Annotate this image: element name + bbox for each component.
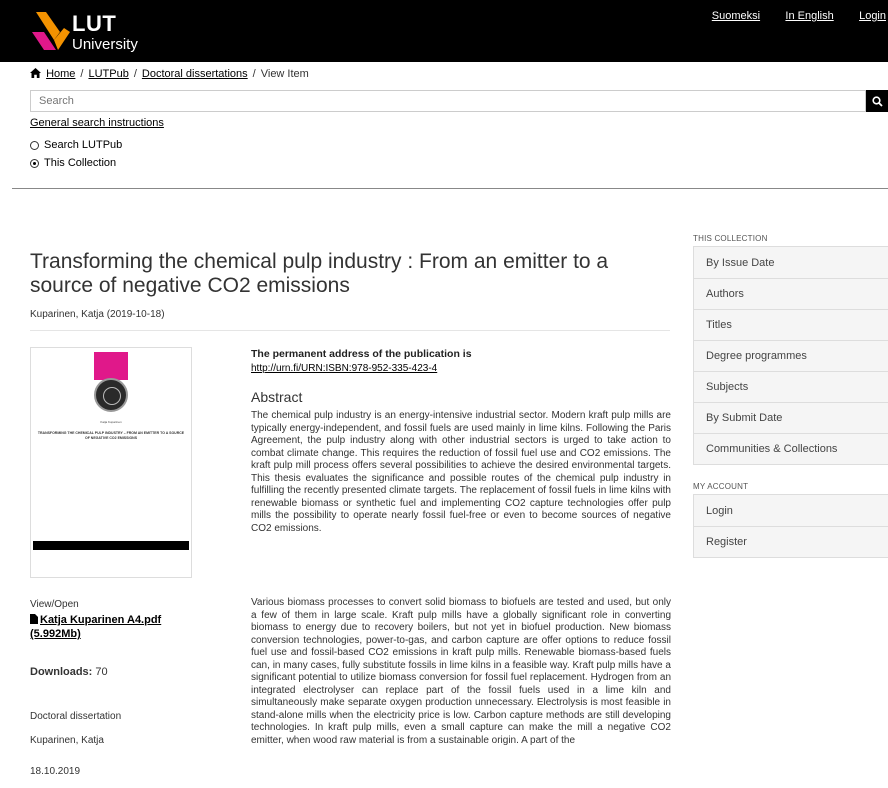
file-download-link[interactable]: Katja Kuparinen A4.pdf (5.992Mb) [30, 614, 161, 640]
scope-option-lutpub[interactable]: Search LUTPub [30, 139, 122, 151]
sidebar-item-by-issue-date[interactable]: By Issue Date [694, 247, 888, 278]
item-thumbnail[interactable]: Katja Kuparinen TRANSFORMING THE CHEMICA… [30, 347, 192, 578]
item-type: Doctoral dissertation [30, 711, 122, 722]
breadcrumb-home[interactable]: Home [46, 68, 75, 80]
breadcrumb: Home / LUTPub / Doctoral dissertations / View … [30, 68, 309, 80]
abstract-heading: Abstract [251, 389, 303, 405]
radio-search-lutpub[interactable] [30, 140, 39, 150]
sidebar-item-login[interactable]: Login [694, 495, 888, 526]
header-links: Suomeksi In English Login [690, 8, 888, 22]
home-icon [30, 68, 41, 78]
sidebar-item-communities-collections[interactable]: Communities & Collections [694, 433, 888, 464]
scope-label-collection: This Collection [44, 157, 117, 169]
university-seal-icon [94, 378, 128, 412]
lut-ampersand-icon [32, 12, 70, 50]
sidebar-item-subjects[interactable]: Subjects [694, 371, 888, 402]
thumbnail-ribbon [94, 352, 128, 380]
thumbnail-footer-bar [33, 541, 189, 550]
top-header: LUT University Suomeksi In English Login [0, 0, 888, 62]
sidebar-item-titles[interactable]: Titles [694, 309, 888, 340]
scope-label-lutpub: Search LUTPub [44, 139, 123, 151]
file-icon [30, 614, 38, 624]
lut-logo[interactable]: LUT University [30, 10, 150, 56]
logo-secondary-text: University [72, 36, 138, 53]
sidebar-collection-heading: THIS COLLECTION [693, 234, 768, 243]
sidebar-item-degree-programmes[interactable]: Degree programmes [694, 340, 888, 371]
sidebar-account-list: Login Register [693, 494, 888, 558]
link-login[interactable]: Login [859, 10, 886, 22]
search-icon [871, 95, 883, 107]
sidebar-item-register[interactable]: Register [694, 526, 888, 557]
sidebar-collection-list: By Issue Date Authors Titles Degree prog… [693, 246, 888, 465]
logo-primary-text: LUT [72, 11, 117, 36]
item-author: Kuparinen, Katja [30, 735, 104, 746]
item-date: 18.10.2019 [30, 766, 81, 777]
sidebar-item-by-submit-date[interactable]: By Submit Date [694, 402, 888, 433]
search-button[interactable] [866, 90, 888, 112]
content-divider [30, 330, 670, 331]
permanent-address-link[interactable]: http://urn.fi/URN:ISBN:978-952-335-423-4 [251, 363, 437, 374]
search-bar [30, 90, 888, 112]
thumbnail-author: Katja Kuparinen [100, 420, 122, 424]
link-suomeksi[interactable]: Suomeksi [712, 10, 760, 22]
sidebar-item-authors[interactable]: Authors [694, 278, 888, 309]
downloads-count: Downloads: 70 [30, 666, 108, 678]
thumbnail-title: TRANSFORMING THE CHEMICAL PULP INDUSTRY … [37, 431, 185, 440]
sidebar-account-heading: MY ACCOUNT [693, 482, 749, 491]
radio-this-collection[interactable] [30, 158, 39, 168]
downloads-value: 70 [95, 666, 108, 678]
breadcrumb-separator: / [252, 68, 256, 80]
permanent-address: http://urn.fi/URN:ISBN:978-952-335-423-4 [251, 363, 437, 374]
permanent-address-label: The permanent address of the publication… [251, 348, 472, 360]
breadcrumb-doctoral-dissertations[interactable]: Doctoral dissertations [142, 68, 248, 80]
downloads-label: Downloads: [30, 666, 93, 678]
search-help: General search instructions [30, 117, 164, 129]
breadcrumb-current: View Item [260, 68, 309, 80]
search-input[interactable] [30, 90, 866, 112]
abstract-paragraph: Various biomass processes to convert sol… [251, 597, 671, 746]
breadcrumb-separator: / [80, 68, 84, 80]
view-open-label: View/Open [30, 599, 79, 610]
abstract-paragraph: The chemical pulp industry is an energy-… [251, 410, 671, 534]
link-in-english[interactable]: In English [785, 10, 833, 22]
header-divider [12, 188, 888, 189]
scope-option-collection[interactable]: This Collection [30, 157, 116, 169]
breadcrumb-lutpub[interactable]: LUTPub [88, 68, 128, 80]
item-title: Transforming the chemical pulp industry … [30, 250, 609, 297]
search-instructions-link[interactable]: General search instructions [30, 117, 164, 129]
breadcrumb-separator: / [133, 68, 137, 80]
item-author-date: Kuparinen, Katja (2019-10-18) [30, 309, 165, 320]
file-download: Katja Kuparinen A4.pdf (5.992Mb) [30, 613, 200, 641]
